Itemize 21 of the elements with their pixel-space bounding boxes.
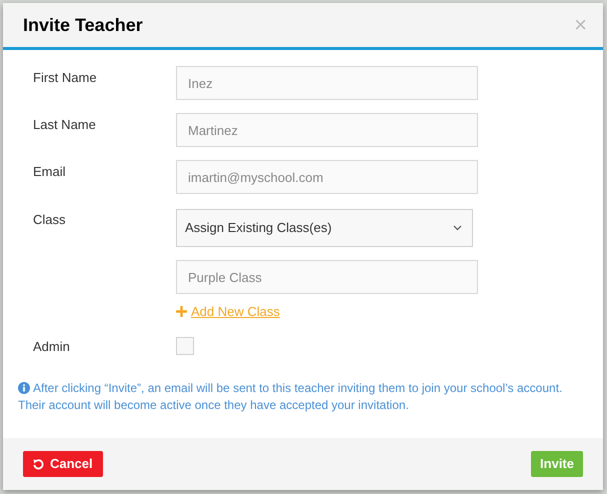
field-label: Email: [33, 163, 67, 181]
field-label: Admin: [33, 338, 71, 356]
text-field[interactable]: Purple Class: [176, 260, 478, 294]
info-text: After clicking “Invite”, an email will be sent to this teacher inviting them to join your school’s account. Their account will become active once they have accepted your invitation.: [18, 380, 564, 414]
info-icon: [18, 382, 30, 394]
dialog-title: Invite Teacher: [23, 14, 143, 36]
plus-icon: [176, 306, 187, 318]
text-field[interactable]: imartin@myschool.com: [176, 160, 478, 194]
invite-button[interactable]: Invite: [531, 451, 583, 477]
field-label: Class: [33, 211, 67, 229]
admin-checkbox[interactable]: [176, 336, 194, 354]
text-field[interactable]: Inez: [176, 66, 478, 100]
add-class-link[interactable]: Add New Class: [176, 302, 280, 322]
field-label: First Name: [33, 69, 98, 87]
cancel-button[interactable]: Cancel: [23, 451, 103, 477]
chevron-down-icon: [453, 225, 462, 231]
field-label: Last Name: [33, 116, 97, 134]
text-field[interactable]: Martinez: [176, 113, 478, 147]
class-dropdown[interactable]: Assign Existing Class(es): [176, 209, 473, 247]
undo-icon: [33, 458, 44, 470]
close-button[interactable]: ×: [574, 14, 587, 36]
